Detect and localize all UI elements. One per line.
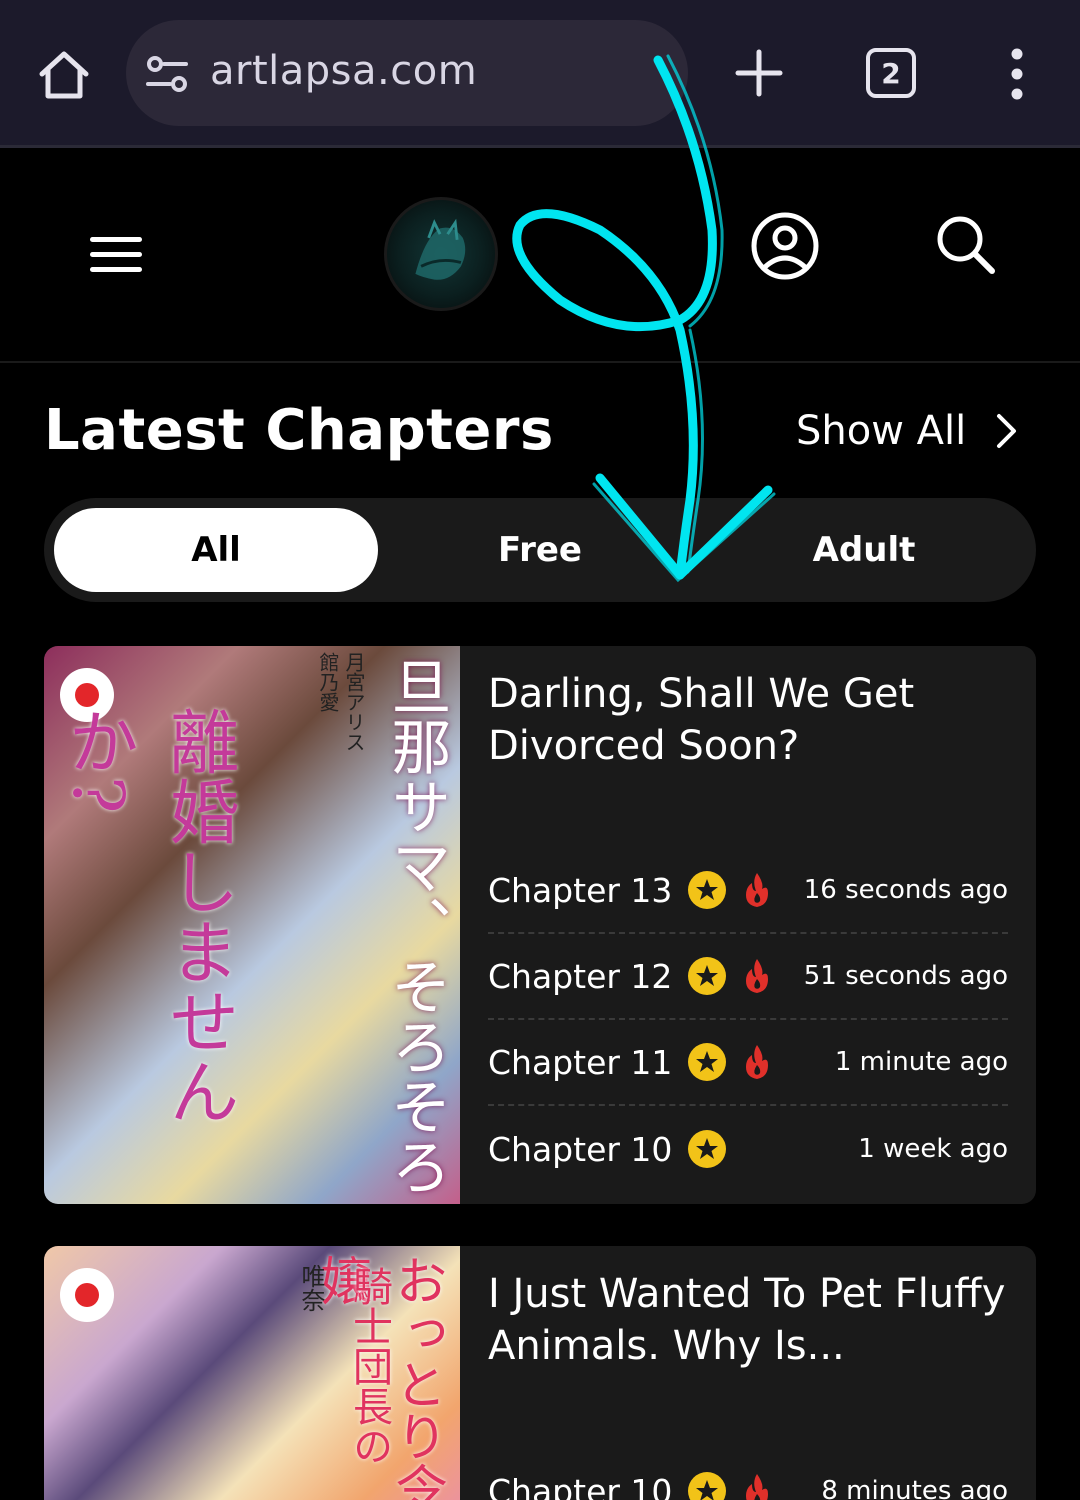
chapter-time: 51 seconds ago — [803, 961, 1008, 991]
site-logo[interactable] — [384, 197, 498, 311]
fire-icon — [746, 1045, 769, 1079]
fire-icon — [746, 1474, 769, 1500]
fire-icon — [746, 959, 769, 993]
cover-artist-text: 館乃愛 — [316, 652, 340, 712]
url-text[interactable]: artlapsa.com — [210, 48, 477, 94]
manga-card[interactable]: 旦那サマ、そろそろ 離婚しませんか? 月宮アリス 館乃愛 Darling, Sh… — [44, 646, 1036, 1204]
cover-title-text: 騎士団長の — [346, 1266, 392, 1466]
menu-icon[interactable] — [90, 237, 142, 277]
show-all-label[interactable]: Show All — [796, 408, 966, 454]
chapter-label[interactable]: Chapter 12 — [488, 957, 672, 996]
chapter-time: 1 week ago — [858, 1134, 1008, 1164]
manga-cover[interactable]: おっとり令嬢 騎士団長の 唯奈 — [44, 1246, 460, 1500]
chapter-row[interactable]: Chapter 10 1 week ago — [488, 1106, 1008, 1192]
new-tab-icon[interactable] — [734, 46, 784, 100]
more-options-icon[interactable] — [1004, 48, 1030, 100]
chapter-list: Chapter 13 16 seconds ago Chapter 12 51 … — [488, 848, 1008, 1192]
chapter-time: 1 minute ago — [834, 1047, 1008, 1077]
site-header — [0, 151, 1080, 363]
filter-tabs: All Free Adult — [44, 498, 1036, 602]
chapter-time: 16 seconds ago — [803, 875, 1008, 905]
star-icon — [688, 957, 727, 995]
manga-title[interactable]: I Just Wanted To Pet Fluffy Animals. Why… — [488, 1268, 1008, 1372]
chevron-right-icon[interactable] — [996, 413, 1018, 449]
tab-adult[interactable]: Adult — [702, 508, 1026, 592]
section-title: Latest Chapters — [44, 398, 554, 463]
chapter-row[interactable]: Chapter 10 8 minutes ago — [488, 1448, 1008, 1500]
manga-card[interactable]: おっとり令嬢 騎士団長の 唯奈 I Just Wanted To Pet Flu… — [44, 1246, 1036, 1500]
tab-all[interactable]: All — [54, 508, 378, 592]
fire-icon — [746, 873, 769, 907]
chapter-label[interactable]: Chapter 13 — [488, 871, 672, 910]
chapter-list: Chapter 10 8 minutes ago — [488, 1448, 1008, 1500]
japan-flag-icon — [60, 1268, 114, 1322]
browser-toolbar: artlapsa.com 2 — [0, 0, 1080, 148]
cover-title-text: 旦那サマ、そろそろ — [381, 656, 451, 1196]
chapter-label[interactable]: Chapter 10 — [488, 1130, 672, 1169]
chapter-label[interactable]: Chapter 10 — [488, 1472, 672, 1500]
star-icon — [688, 1472, 727, 1500]
manga-title[interactable]: Darling, Shall We Get Divorced Soon? — [488, 668, 1008, 772]
profile-icon[interactable] — [750, 211, 820, 281]
show-all-link[interactable]: Show All — [796, 408, 1018, 454]
cover-title-text: 離婚しませんか? — [57, 706, 240, 1126]
home-icon[interactable] — [34, 44, 94, 104]
star-icon — [688, 1130, 727, 1168]
star-icon — [688, 1043, 727, 1081]
address-bar[interactable]: artlapsa.com — [126, 20, 688, 126]
star-icon — [688, 871, 727, 909]
chapter-time: 8 minutes ago — [821, 1476, 1008, 1500]
chapter-row[interactable]: Chapter 11 1 minute ago — [488, 1020, 1008, 1106]
fox-logo-icon — [415, 218, 466, 280]
chapter-row[interactable]: Chapter 13 16 seconds ago — [488, 848, 1008, 934]
site-settings-icon[interactable] — [146, 54, 188, 94]
search-icon[interactable] — [934, 213, 996, 275]
chapter-row[interactable]: Chapter 12 51 seconds ago — [488, 934, 1008, 1020]
tab-count: 2 — [881, 56, 901, 90]
cover-artist-text: 唯奈 — [297, 1264, 325, 1312]
manga-cover[interactable]: 旦那サマ、そろそろ 離婚しませんか? 月宮アリス 館乃愛 — [44, 646, 460, 1204]
cover-author-text: 月宮アリス — [342, 652, 366, 752]
tab-switcher-button[interactable]: 2 — [866, 48, 916, 98]
tab-free[interactable]: Free — [378, 508, 702, 592]
chapter-label[interactable]: Chapter 11 — [488, 1043, 672, 1082]
